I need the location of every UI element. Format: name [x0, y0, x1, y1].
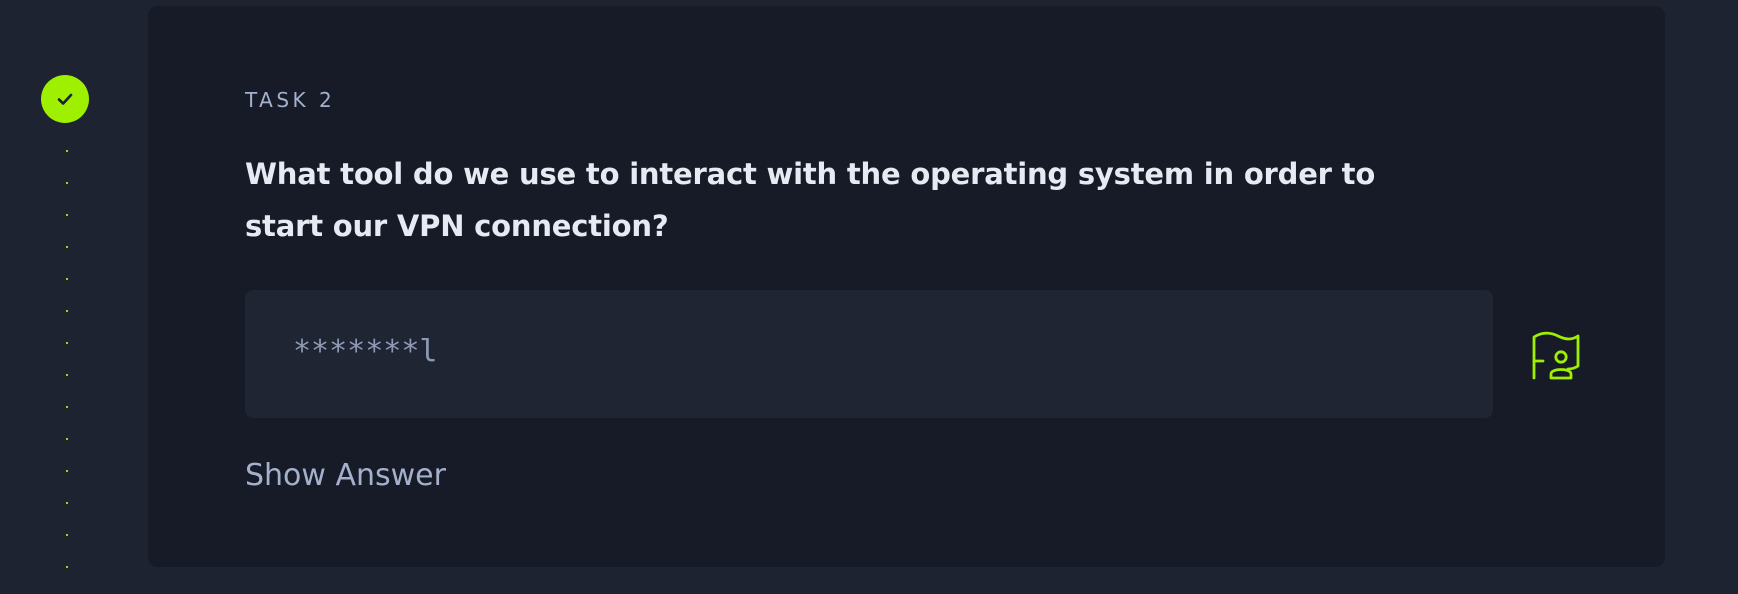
task-complete-check-icon [41, 75, 89, 123]
answer-field[interactable]: *******l [245, 290, 1493, 418]
answer-masked-value: *******l [293, 334, 438, 369]
timeline-dotted-line [66, 150, 68, 594]
show-answer-link[interactable]: Show Answer [245, 458, 446, 493]
page: TASK 2 What tool do we use to interact w… [0, 0, 1738, 594]
task-question: What tool do we use to interact with the… [245, 157, 1376, 243]
flag-icon [1532, 331, 1580, 380]
submit-flag-button[interactable] [1526, 326, 1586, 386]
task-label: TASK 2 [245, 88, 336, 112]
